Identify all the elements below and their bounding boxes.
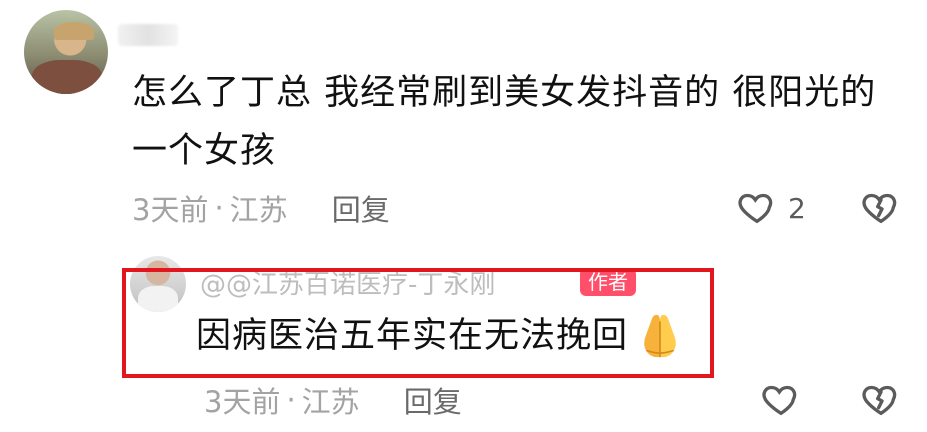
comment-text: 怎么了丁总 我经常刷到美女发抖音的 很阳光的一个女孩 — [132, 73, 877, 171]
heart-icon[interactable] — [760, 380, 802, 420]
commenter-avatar[interactable] — [24, 10, 108, 94]
comment-separator: · — [214, 191, 224, 225]
avatar-hat-shape — [54, 22, 94, 40]
broken-heart-icon[interactable] — [860, 380, 902, 420]
comment-meta: 3天前 · 江苏 回复 — [132, 188, 390, 228]
blurred-username — [118, 24, 178, 46]
like-count: 2 — [788, 191, 806, 225]
folded-hands-emoji-icon — [644, 314, 676, 358]
reply-meta: 3天前 · 江苏 回复 — [204, 380, 462, 420]
avatar-shirt-shape — [32, 60, 102, 94]
reply-location: 江苏 — [301, 385, 360, 419]
reply-separator: · — [286, 383, 296, 417]
heart-icon — [738, 193, 773, 224]
reply-text: 因病医治五年实在无法挽回 — [196, 316, 629, 356]
broken-heart-icon[interactable] — [860, 188, 902, 228]
reply-reply-button[interactable]: 回复 — [404, 379, 462, 421]
reply-button[interactable]: 回复 — [332, 187, 390, 229]
comment-time: 3天前 — [132, 193, 209, 227]
comment-location: 江苏 — [229, 193, 288, 227]
like-button[interactable]: 2 — [736, 188, 806, 228]
reply-text-row: 因病医治五年实在无法挽回 — [196, 310, 686, 362]
reply-time: 3天前 — [204, 385, 281, 419]
